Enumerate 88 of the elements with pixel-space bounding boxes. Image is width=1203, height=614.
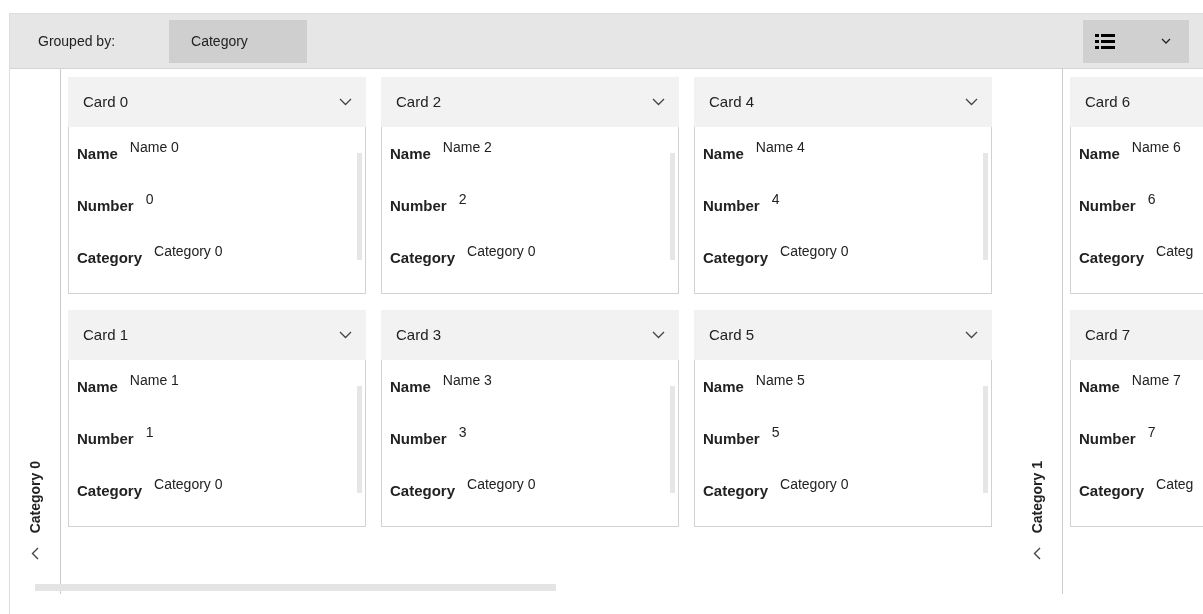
field-value: Category 0 xyxy=(467,475,536,494)
chevron-down-icon[interactable] xyxy=(339,331,352,339)
card-header[interactable]: Card 6 xyxy=(1070,77,1203,127)
chevron-left-icon xyxy=(31,547,39,560)
chevron-down-icon[interactable] xyxy=(339,98,352,106)
group-title: Category 0 xyxy=(25,460,44,534)
collapse-group-button[interactable] xyxy=(31,545,39,560)
collapse-group-button[interactable] xyxy=(1033,545,1041,560)
field-value: Categ xyxy=(1156,475,1194,494)
field-label: Number xyxy=(703,196,760,216)
field-label: Number xyxy=(390,429,447,449)
field-value: Category 0 xyxy=(780,475,849,494)
card-header[interactable]: Card 3 xyxy=(381,310,679,360)
field-label: Category xyxy=(1079,481,1145,501)
horizontal-scrollbar[interactable] xyxy=(35,584,556,591)
field-value: 0 xyxy=(145,190,154,209)
field-value: Categ xyxy=(1156,242,1194,261)
field-label: Name xyxy=(1079,144,1120,164)
field-label: Category xyxy=(390,248,456,268)
group-by-dropdown[interactable]: Category xyxy=(169,19,308,63)
chevron-left-icon xyxy=(1033,547,1041,560)
card-header[interactable]: Card 1 xyxy=(68,310,366,360)
vertical-scrollbar[interactable] xyxy=(357,386,362,493)
field-label: Number xyxy=(390,196,447,216)
field-label: Name xyxy=(390,377,431,397)
field-value: 1 xyxy=(145,423,154,442)
field-value: 3 xyxy=(458,423,467,442)
field-value: Name 0 xyxy=(129,138,179,157)
field-value: Name 7 xyxy=(1131,371,1181,390)
card-title: Card 5 xyxy=(709,324,755,345)
vertical-scrollbar[interactable] xyxy=(670,386,675,493)
card-header[interactable]: Card 5 xyxy=(694,310,992,360)
field-label: Category xyxy=(1079,248,1145,268)
card-header[interactable]: Card 4 xyxy=(694,77,992,127)
vertical-scrollbar[interactable] xyxy=(670,153,675,260)
grouped-by-label: Grouped by: xyxy=(38,31,116,51)
card-title: Card 7 xyxy=(1085,324,1131,345)
vertical-scrollbar[interactable] xyxy=(983,153,988,260)
field-value: Name 3 xyxy=(442,371,492,390)
field-label: Name xyxy=(703,144,744,164)
vertical-scrollbar[interactable] xyxy=(357,153,362,260)
field-label: Number xyxy=(77,196,134,216)
field-value: 5 xyxy=(771,423,780,442)
field-label: Category xyxy=(77,481,143,501)
field-value: Name 5 xyxy=(755,371,805,390)
field-label: Name xyxy=(390,144,431,164)
field-label: Category xyxy=(77,248,143,268)
field-value: 7 xyxy=(1147,423,1156,442)
field-value: Name 2 xyxy=(442,138,492,157)
card-title: Card 1 xyxy=(83,324,129,345)
field-label: Name xyxy=(1079,377,1120,397)
field-value: Name 6 xyxy=(1131,138,1181,157)
vertical-scrollbar[interactable] xyxy=(983,386,988,493)
card-title: Card 3 xyxy=(396,324,442,345)
field-label: Name xyxy=(77,144,118,164)
field-label: Name xyxy=(703,377,744,397)
list-icon xyxy=(1095,32,1115,50)
chevron-down-icon[interactable] xyxy=(965,98,978,106)
field-value: Category 0 xyxy=(154,242,223,261)
card-header[interactable]: Card 7 xyxy=(1070,310,1203,360)
field-label: Number xyxy=(77,429,134,449)
field-label: Category xyxy=(390,481,456,501)
card-title: Card 4 xyxy=(709,91,755,112)
chevron-down-icon xyxy=(1161,38,1171,44)
chevron-down-icon[interactable] xyxy=(965,331,978,339)
view-mode-dropdown[interactable] xyxy=(1083,19,1189,63)
card-header[interactable]: Card 2 xyxy=(381,77,679,127)
card-title: Card 6 xyxy=(1085,91,1131,112)
field-value: Category 0 xyxy=(467,242,536,261)
field-value: 4 xyxy=(771,190,780,209)
card-title: Card 0 xyxy=(83,91,129,112)
field-label: Number xyxy=(1079,196,1136,216)
field-value: Category 0 xyxy=(154,475,223,494)
field-value: Name 1 xyxy=(129,371,179,390)
field-label: Number xyxy=(703,429,760,449)
field-label: Category xyxy=(703,481,769,501)
field-value: 6 xyxy=(1147,190,1156,209)
chevron-down-icon[interactable] xyxy=(652,331,665,339)
field-value: Name 4 xyxy=(755,138,805,157)
field-label: Name xyxy=(77,377,118,397)
card-title: Card 2 xyxy=(396,91,442,112)
field-value: Category 0 xyxy=(780,242,849,261)
field-value: 2 xyxy=(458,190,467,209)
field-label: Category xyxy=(703,248,769,268)
card-header[interactable]: Card 0 xyxy=(68,77,366,127)
group-title: Category 1 xyxy=(1027,460,1046,534)
chevron-down-icon[interactable] xyxy=(652,98,665,106)
field-label: Number xyxy=(1079,429,1136,449)
